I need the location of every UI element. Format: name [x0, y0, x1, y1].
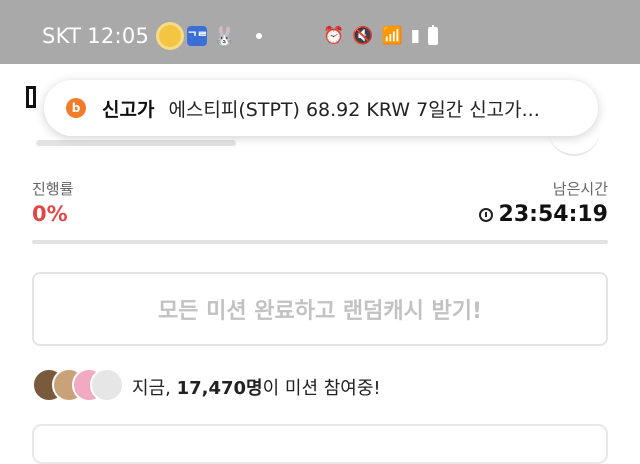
weather-sun-icon	[159, 25, 182, 47]
battery-icon	[428, 25, 438, 45]
countdown-timer: 23:54:19	[478, 202, 608, 227]
clock-time: 12:05	[87, 24, 150, 48]
progress-percent: 0%	[32, 202, 68, 226]
background-logo-fragment	[26, 86, 36, 108]
progress-bar	[32, 240, 608, 244]
bunny-icon: 🐰	[213, 25, 236, 47]
app-notification-icon: b	[66, 98, 86, 118]
dot-icon	[255, 33, 262, 39]
participants-prefix: 지금,	[132, 378, 177, 399]
notification-toast[interactable]: b 신고가 에스티피(STPT) 68.92 KRW 7일간 신고가...	[44, 80, 598, 136]
wifi-icon: 📶	[381, 26, 403, 46]
mission-card[interactable]	[32, 424, 608, 464]
progress-label: 진행률	[32, 180, 74, 198]
mute-icon: 🔇	[352, 26, 374, 46]
status-bar: SKT 12:05 ᄀᄅ 🐰 ⏰ 🔇 📶 ▮	[0, 0, 640, 64]
avatar	[90, 368, 124, 402]
clock-icon	[478, 207, 493, 222]
status-bar-left: SKT 12:05 ᄀᄅ 🐰	[42, 24, 262, 48]
carrier-label: SKT	[42, 24, 82, 48]
remaining-time-label: 남은시간	[552, 180, 608, 198]
participants-count: 17,470명	[176, 378, 263, 399]
countdown-value: 23:54:19	[498, 202, 608, 227]
claim-random-cash-button[interactable]: 모든 미션 완료하고 랜덤캐시 받기!	[32, 272, 608, 346]
status-bar-right: ⏰ 🔇 📶 ▮	[323, 25, 438, 46]
signal-icon: ▮	[410, 26, 420, 46]
notification-body: 에스티피(STPT) 68.92 KRW 7일간 신고가...	[168, 98, 540, 121]
app-badge-icon: ᄀᄅ	[187, 26, 207, 46]
notification-title: 신고가	[102, 98, 155, 121]
background-text-fragment	[36, 140, 236, 146]
participants-text: 지금, 17,470명이 미션 참여중!	[132, 374, 381, 400]
participant-avatars	[32, 368, 124, 404]
participants-suffix: 이 미션 참여중!	[262, 378, 381, 399]
alarm-icon: ⏰	[323, 26, 345, 46]
